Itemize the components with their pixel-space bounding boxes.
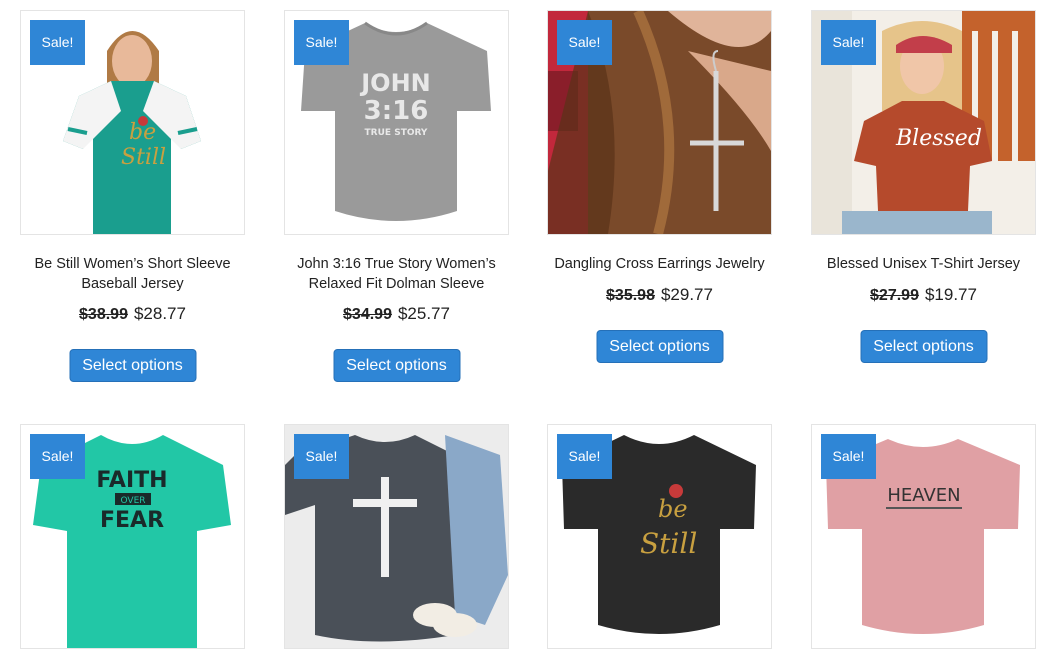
price: $35.98 $29.77: [547, 285, 772, 305]
title-line[interactable]: John 3:16 True Story Women’s: [284, 255, 509, 275]
old-price: $38.99: [79, 306, 128, 323]
product-title[interactable]: John 3:16 True Story Women’s Relaxed Fit…: [284, 255, 509, 294]
title-line[interactable]: Dangling Cross Earrings Jewelry: [547, 255, 772, 275]
old-price: $35.98: [606, 287, 655, 304]
sale-badge: Sale!: [821, 434, 876, 479]
select-options-button[interactable]: Select options: [333, 349, 460, 382]
svg-text:Still: Still: [640, 527, 697, 560]
title-line[interactable]: Relaxed Fit Dolman Sleeve: [284, 275, 509, 295]
sale-price: $29.77: [660, 285, 713, 304]
svg-text:JOHN: JOHN: [359, 69, 431, 97]
svg-text:3:16: 3:16: [364, 96, 429, 126]
svg-text:HEAVEN: HEAVEN: [887, 485, 960, 506]
sale-price: $25.77: [397, 304, 450, 323]
sale-badge: Sale!: [557, 434, 612, 479]
sale-badge: Sale!: [30, 20, 85, 65]
sale-badge: Sale!: [294, 434, 349, 479]
svg-text:Still: Still: [121, 145, 166, 170]
price: $34.99 $25.77: [284, 304, 509, 324]
svg-text:Blessed: Blessed: [895, 126, 982, 151]
title-line[interactable]: Baseball Jersey: [20, 275, 245, 295]
select-options-button[interactable]: Select options: [596, 330, 723, 363]
title-line[interactable]: Blessed Unisex T-Shirt Jersey: [811, 255, 1036, 275]
sale-price: $19.77: [924, 285, 977, 304]
sale-badge: Sale!: [294, 20, 349, 65]
select-options-button[interactable]: Select options: [860, 330, 987, 363]
price: $38.99 $28.77: [20, 304, 245, 324]
product-title[interactable]: Dangling Cross Earrings Jewelry: [547, 255, 772, 275]
svg-text:be: be: [658, 495, 688, 523]
sale-badge: Sale!: [557, 20, 612, 65]
old-price: $34.99: [343, 306, 392, 323]
sale-badge: Sale!: [821, 20, 876, 65]
old-price: $27.99: [870, 287, 919, 304]
product-title[interactable]: Blessed Unisex T-Shirt Jersey: [811, 255, 1036, 275]
svg-text:OVER: OVER: [120, 496, 145, 506]
svg-text:FAITH: FAITH: [96, 468, 167, 493]
product-title[interactable]: Be Still Women’s Short Sleeve Baseball J…: [20, 255, 245, 294]
select-options-button[interactable]: Select options: [69, 349, 196, 382]
svg-text:TRUE STORY: TRUE STORY: [365, 128, 428, 138]
sale-badge: Sale!: [30, 434, 85, 479]
price: $27.99 $19.77: [811, 285, 1036, 305]
sale-price: $28.77: [133, 304, 186, 323]
svg-text:FEAR: FEAR: [100, 508, 164, 533]
title-line[interactable]: Be Still Women’s Short Sleeve: [20, 255, 245, 275]
